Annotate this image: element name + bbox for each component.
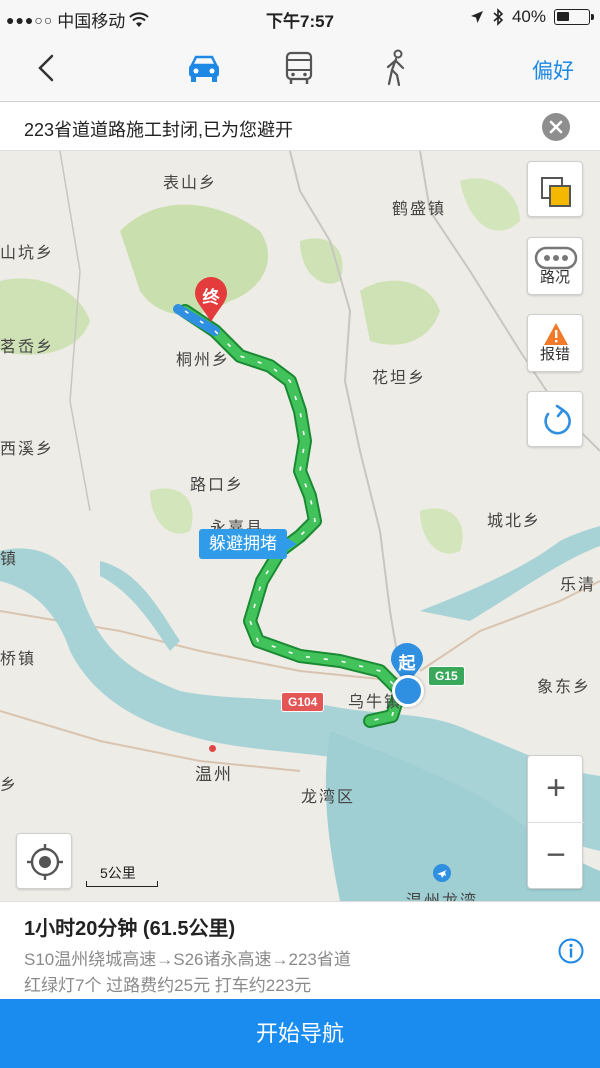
place-label: 乡	[0, 777, 19, 794]
place-label: 茗岙乡	[0, 339, 55, 356]
battery-percent: 40%	[511, 7, 546, 26]
road-closure-notice: 223省道道路施工封闭,已为您避开	[0, 103, 600, 151]
place-label: 龙湾区	[301, 789, 356, 806]
traffic-label: 路况	[539, 269, 570, 286]
place-label: 桥镇	[0, 651, 37, 668]
battery-fill	[557, 12, 569, 21]
map-view[interactable]: 表山乡 鹤盛镇 山坑乡 茗岙乡 桐州乡 花坦乡 西溪乡 路口乡 永嘉县 城北乡 …	[0, 151, 600, 901]
place-label: 镇	[0, 551, 19, 568]
bus-icon[interactable]	[279, 48, 319, 88]
refresh-button[interactable]	[527, 391, 583, 447]
status-bar: ●●●○○ 中国移动 下午7:57 40%	[0, 0, 600, 34]
preference-button[interactable]: 偏好	[532, 55, 574, 85]
route-tag[interactable]: 躲避拥堵	[199, 529, 297, 559]
notice-text: 223省道道路施工封闭,已为您避开	[24, 120, 294, 140]
start-navigation-button[interactable]: 开始导航	[0, 999, 600, 1068]
traffic-button[interactable]: 路况	[527, 237, 583, 295]
close-icon[interactable]	[542, 113, 570, 141]
scale-line	[86, 881, 158, 887]
place-label: 温州龙湾	[406, 887, 478, 901]
layers-icon	[541, 177, 571, 207]
place-label: 城北乡	[487, 513, 542, 530]
end-marker[interactable]: 终	[193, 276, 229, 324]
end-marker-label: 终	[202, 288, 220, 307]
place-label: 表山乡	[163, 175, 218, 192]
layers-button[interactable]	[527, 161, 583, 217]
start-marker-label: 起	[398, 654, 416, 673]
place-label: 西溪乡	[0, 441, 55, 458]
locate-button[interactable]	[16, 833, 72, 889]
place-label: 山坑乡	[0, 245, 55, 262]
zoom-control: + −	[527, 755, 584, 890]
crosshair-icon	[27, 844, 63, 880]
refresh-icon	[544, 404, 571, 435]
battery-icon	[554, 9, 594, 25]
city-dot	[209, 745, 216, 752]
zoom-in-button[interactable]: +	[528, 756, 584, 823]
place-label: 温州	[195, 765, 233, 784]
route-roads: S10温州绕城高速→S26诸永高速→223省道	[24, 950, 351, 969]
place-label: 桐州乡	[176, 352, 231, 369]
bluetooth-icon	[493, 8, 504, 26]
scale-label: 5公里	[100, 865, 136, 881]
report-button[interactable]: 报错	[527, 314, 583, 372]
place-label: 象东乡	[537, 679, 592, 696]
back-icon[interactable]	[30, 50, 66, 86]
walk-icon[interactable]	[376, 48, 416, 88]
road-tag-g104: G104	[281, 692, 325, 712]
car-icon[interactable]	[184, 48, 224, 88]
place-label: 路口乡	[190, 477, 245, 494]
place-label: 鹤盛镇	[392, 201, 447, 218]
zoom-out-button[interactable]: −	[528, 823, 584, 890]
current-location-dot	[392, 675, 424, 707]
place-label: 乐清	[560, 577, 597, 594]
airport-icon	[433, 864, 451, 882]
route-navbar: 偏好	[0, 34, 600, 102]
report-label: 报错	[539, 346, 570, 363]
place-label: 花坦乡	[372, 370, 427, 387]
location-arrow-icon	[470, 11, 483, 23]
info-icon[interactable]	[558, 938, 584, 964]
road-tag-g15: G15	[428, 666, 465, 686]
route-info-panel[interactable]: 1小时20分钟 (61.5公里) S10温州绕城高速→S26诸永高速→223省道…	[0, 901, 600, 999]
route-costs: 红绿灯7个 过路费约25元 打车约223元	[24, 976, 312, 995]
route-summary: 1小时20分钟 (61.5公里)	[24, 918, 236, 940]
